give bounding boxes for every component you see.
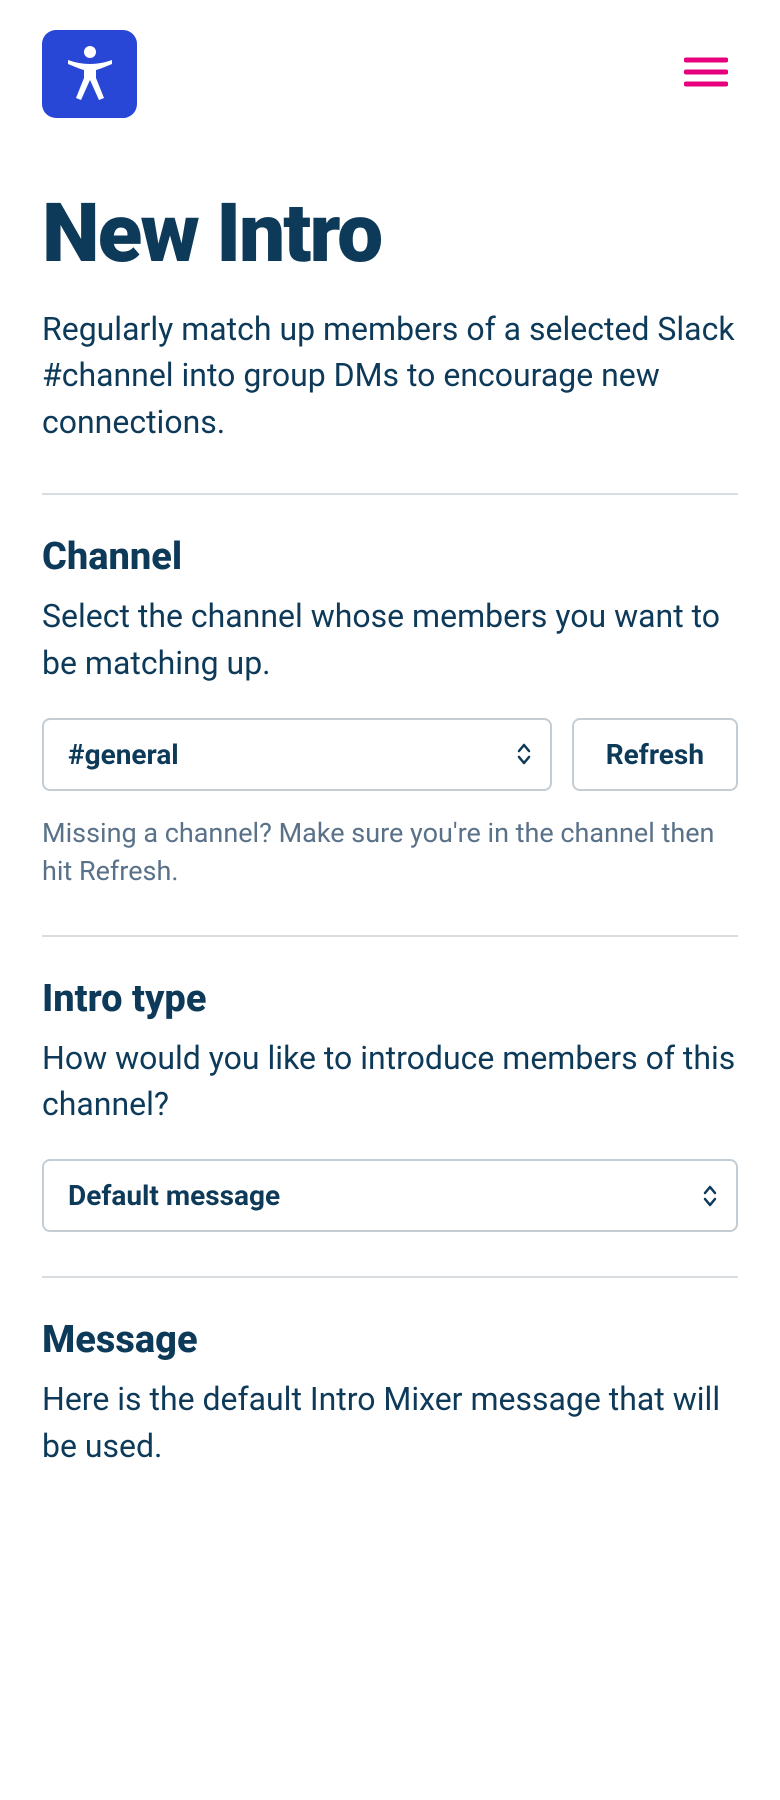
accessibility-icon [60, 42, 120, 106]
menu-button[interactable] [682, 50, 730, 98]
page-title: New Intro [42, 186, 738, 282]
channel-select[interactable]: #general [42, 718, 552, 791]
hamburger-icon [684, 56, 728, 92]
message-section-description: Here is the default Intro Mixer message … [42, 1376, 738, 1469]
message-section: Message Here is the default Intro Mixer … [42, 1278, 738, 1545]
page-description: Regularly match up members of a selected… [42, 306, 738, 445]
intro-type-section-title: Intro type [42, 977, 738, 1021]
channel-hint: Missing a channel? Make sure you're in t… [42, 815, 738, 891]
header [0, 0, 780, 138]
refresh-button[interactable]: Refresh [572, 718, 738, 791]
intro-type-select[interactable]: Default message [42, 1159, 738, 1232]
intro-type-section: Intro type How would you like to introdu… [42, 937, 738, 1277]
message-section-title: Message [42, 1318, 738, 1362]
app-logo[interactable] [42, 30, 137, 118]
channel-section-title: Channel [42, 535, 738, 579]
intro-type-section-description: How would you like to introduce members … [42, 1035, 738, 1128]
channel-section-description: Select the channel whose members you wan… [42, 593, 738, 686]
channel-section: Channel Select the channel whose members… [42, 495, 738, 934]
